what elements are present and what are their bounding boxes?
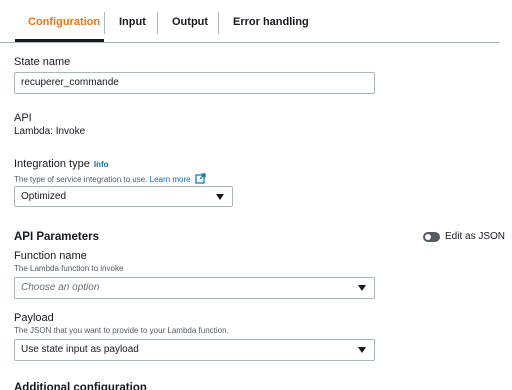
tab-input[interactable]: Input [119,0,146,43]
function-name-description: The Lambda function to invoke [14,264,124,273]
integration-type-select[interactable]: Optimized [14,186,233,207]
function-name-select[interactable]: Choose an option [14,277,375,299]
caret-down-icon [358,347,366,353]
integration-type-description-text: The type of service integration to use. [14,175,148,184]
edit-as-json-label: Edit as JSON [445,231,506,242]
payload-label: Payload [14,312,54,324]
api-label: API [14,112,32,124]
integration-type-label: Integration type Info [14,158,109,170]
state-name-input[interactable]: recuperer_commande [14,72,375,94]
caret-down-icon [216,194,224,200]
tab-bar: Configuration Input Output Error handlin… [0,0,500,43]
toggle-knob [425,234,431,240]
tab-error-handling[interactable]: Error handling [233,0,309,43]
tab-divider [157,12,158,34]
api-parameters-title: API Parameters [14,231,100,243]
tab-output[interactable]: Output [172,0,208,43]
integration-type-description: The type of service integration to use. … [14,173,206,186]
edit-as-json-toggle[interactable] [423,232,440,242]
caret-down-icon [358,285,366,291]
payload-select[interactable]: Use state input as payload [14,339,375,361]
integration-type-label-text: Integration type [14,158,90,170]
function-name-label: Function name [14,250,87,262]
tab-divider [218,12,219,34]
integration-type-selected: Optimized [21,191,67,202]
external-link-icon[interactable] [195,173,206,186]
function-name-placeholder: Choose an option [21,282,100,293]
state-name-label: State name [14,56,71,68]
additional-configuration-title[interactable]: Additional configuration [14,382,147,390]
tab-divider [104,12,105,34]
info-link[interactable]: Info [94,160,109,169]
payload-description: The JSON that you want to provide to you… [14,326,229,335]
payload-selected: Use state input as payload [21,344,139,355]
learn-more-link[interactable]: Learn more [150,175,191,184]
api-value: Lambda: Invoke [14,126,86,137]
tab-configuration[interactable]: Configuration [28,0,100,43]
active-tab-indicator [15,39,104,42]
